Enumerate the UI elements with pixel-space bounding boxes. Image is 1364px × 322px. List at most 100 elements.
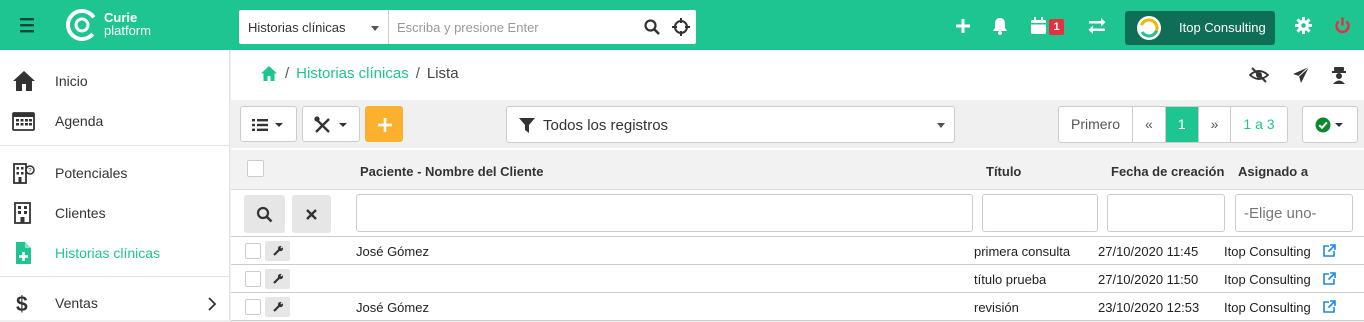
wrench-icon[interactable] bbox=[265, 297, 290, 317]
company-switcher[interactable]: Itop Consulting bbox=[1125, 11, 1275, 45]
tools-icon bbox=[314, 116, 347, 133]
chevron-right-icon[interactable] bbox=[207, 297, 217, 311]
cell-created: 27/10/2020 11:50 bbox=[1098, 272, 1199, 287]
sidebar-item-ventas[interactable]: $ Ventas bbox=[0, 282, 230, 322]
bell-icon[interactable] bbox=[992, 17, 1008, 35]
logo-text-platform: platform bbox=[104, 23, 151, 38]
column-header-created[interactable]: Fecha de creación bbox=[1111, 164, 1224, 179]
sidebar-item-agenda[interactable]: Agenda bbox=[0, 100, 230, 140]
patient-filter-input[interactable] bbox=[356, 194, 973, 232]
building-question-icon: ? bbox=[12, 162, 35, 184]
global-search: Historias clínicas bbox=[239, 10, 696, 44]
close-icon bbox=[306, 209, 317, 220]
home-icon[interactable] bbox=[260, 65, 278, 82]
tools-button[interactable] bbox=[302, 106, 360, 142]
home-icon bbox=[12, 70, 35, 92]
gear-icon[interactable] bbox=[1295, 17, 1312, 34]
sidebar-item-historias-clinicas[interactable]: Historias clínicas bbox=[0, 232, 230, 272]
row-checkbox[interactable] bbox=[245, 299, 261, 315]
plus-icon[interactable] bbox=[955, 18, 971, 34]
assigned-filter-select[interactable] bbox=[1235, 194, 1353, 232]
breadcrumb-separator: / bbox=[285, 65, 290, 82]
sidebar-divider bbox=[0, 276, 230, 277]
calendar-icon[interactable] bbox=[1030, 17, 1047, 35]
search-icon bbox=[256, 206, 273, 223]
pager-page-1[interactable]: 1 bbox=[1165, 107, 1199, 142]
cell-title: primera consulta bbox=[974, 244, 1071, 259]
curie-logo[interactable]: Curie platform bbox=[64, 7, 174, 45]
sidebar-item-label: Clientes bbox=[55, 205, 106, 221]
menu-icon[interactable] bbox=[17, 16, 41, 34]
select-all-checkbox[interactable] bbox=[247, 160, 264, 177]
eye-slash-icon[interactable] bbox=[1249, 66, 1269, 84]
caret-down-icon bbox=[371, 26, 379, 31]
filter-label: Todos los registros bbox=[543, 117, 669, 134]
table-row[interactable]: José Gómez revisión 23/10/2020 12:53 Ito… bbox=[231, 293, 1364, 321]
check-circle-icon bbox=[1315, 117, 1343, 133]
dollar-icon: $ bbox=[12, 292, 34, 314]
pager-first-button[interactable]: Primero bbox=[1059, 107, 1134, 142]
plus-icon bbox=[378, 118, 392, 132]
clear-filter-button[interactable] bbox=[292, 195, 331, 233]
search-category-label: Historias clínicas bbox=[248, 20, 346, 35]
user-secret-icon[interactable] bbox=[1331, 66, 1351, 84]
top-bar: Curie platform Historias clínicas 1 Itop… bbox=[0, 0, 1364, 50]
building-icon bbox=[12, 202, 34, 224]
row-checkbox[interactable] bbox=[245, 271, 261, 287]
table-filter-row bbox=[231, 191, 1364, 237]
check-status-button[interactable] bbox=[1302, 106, 1358, 143]
list-view-button[interactable] bbox=[240, 106, 297, 142]
column-header-assigned[interactable]: Asignado a bbox=[1238, 164, 1308, 179]
search-icon[interactable] bbox=[643, 18, 661, 36]
external-link-icon[interactable] bbox=[1323, 272, 1336, 285]
sidebar-item-label: Historias clínicas bbox=[55, 245, 161, 261]
svg-text:$: $ bbox=[16, 293, 28, 314]
sidebar-item-clientes[interactable]: Clientes bbox=[0, 192, 230, 232]
pager-prev-button[interactable]: « bbox=[1133, 107, 1166, 142]
paper-plane-icon[interactable] bbox=[1292, 66, 1312, 84]
cell-patient: José Gómez bbox=[356, 244, 429, 259]
list-toolbar: Todos los registros Primero « 1 » 1 a 3 bbox=[231, 100, 1364, 148]
table-header: Paciente - Nombre del Cliente Título Fec… bbox=[231, 150, 1364, 190]
wrench-icon[interactable] bbox=[265, 241, 290, 261]
caret-down-icon bbox=[937, 123, 945, 128]
cell-created: 27/10/2020 11:45 bbox=[1098, 244, 1199, 259]
cell-created: 23/10/2020 12:53 bbox=[1098, 300, 1200, 315]
sidebar-item-inicio[interactable]: Inicio bbox=[0, 60, 230, 100]
breadcrumb-section-link[interactable]: Historias clínicas bbox=[296, 65, 409, 82]
cell-assigned: Itop Consulting bbox=[1224, 244, 1311, 259]
external-link-icon[interactable] bbox=[1323, 244, 1336, 257]
search-filter-button[interactable] bbox=[244, 195, 285, 233]
external-link-icon[interactable] bbox=[1323, 300, 1336, 313]
column-header-title[interactable]: Título bbox=[986, 164, 1021, 179]
wrench-icon[interactable] bbox=[265, 269, 290, 289]
created-filter-input[interactable] bbox=[1107, 194, 1225, 232]
crosshair-icon[interactable] bbox=[672, 18, 690, 36]
calendar-badge: 1 bbox=[1049, 19, 1064, 35]
add-record-button[interactable] bbox=[365, 106, 403, 142]
table-row[interactable]: José Gómez primera consulta 27/10/2020 1… bbox=[231, 237, 1364, 265]
cell-title: revisión bbox=[974, 300, 1019, 315]
sidebar-item-label: Ventas bbox=[55, 295, 98, 311]
file-plus-icon bbox=[12, 242, 34, 264]
cell-assigned: Itop Consulting bbox=[1224, 300, 1311, 315]
calendar-icon bbox=[12, 110, 35, 132]
sidebar-item-label: Agenda bbox=[55, 113, 104, 129]
breadcrumb-current: Lista bbox=[426, 65, 459, 82]
title-filter-input[interactable] bbox=[982, 194, 1098, 232]
search-category-select[interactable]: Historias clínicas bbox=[239, 10, 389, 44]
records-filter-select[interactable]: Todos los registros bbox=[506, 106, 955, 143]
company-name: Itop Consulting bbox=[1179, 20, 1266, 35]
table-row[interactable]: título prueba 27/10/2020 11:50 Itop Cons… bbox=[231, 265, 1364, 293]
breadcrumb-separator: / bbox=[415, 65, 420, 82]
breadcrumb: / Historias clínicas / Lista bbox=[260, 65, 459, 82]
main-content: / Historias clínicas / Lista Todos los r… bbox=[231, 50, 1364, 321]
row-checkbox[interactable] bbox=[245, 243, 261, 259]
exchange-icon[interactable] bbox=[1088, 18, 1106, 34]
column-header-patient[interactable]: Paciente - Nombre del Cliente bbox=[360, 164, 544, 179]
sidebar-item-potenciales[interactable]: ? Potenciales bbox=[0, 152, 230, 192]
power-icon[interactable] bbox=[1334, 17, 1351, 34]
pager-next-button[interactable]: » bbox=[1199, 107, 1232, 142]
search-input[interactable] bbox=[389, 10, 639, 44]
pager-range: 1 a 3 bbox=[1243, 116, 1275, 132]
